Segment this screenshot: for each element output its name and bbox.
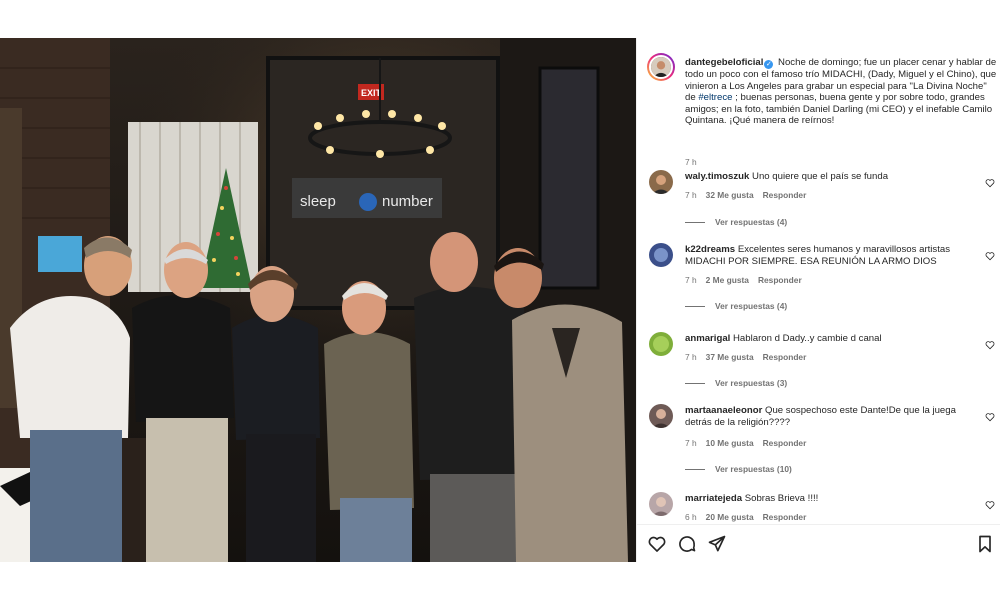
exit-sign: EXIT (361, 88, 382, 98)
author-avatar[interactable] (647, 53, 675, 81)
save-button[interactable] (975, 534, 995, 554)
reply-button[interactable]: Responder (763, 438, 807, 448)
like-button[interactable] (647, 534, 667, 554)
comment-time[interactable]: 7 h (685, 190, 697, 200)
comment-text: Hablaron d Dady..y cambie d canal (733, 333, 882, 344)
verified-badge-icon: ✓ (764, 60, 774, 69)
heart-icon[interactable] (985, 178, 995, 188)
view-replies-button[interactable]: Ver respuestas (3) (685, 378, 787, 388)
commenter-avatar[interactable] (649, 492, 673, 516)
store-sign-left: sleep (300, 193, 336, 210)
commenter-username[interactable]: anmarigal (685, 333, 730, 344)
post-side-panel: dantegebeloficial ✓ Noche de domingo; fue… (636, 38, 1000, 562)
comment-body: k22dreams Excelentes seres humanos y mar… (685, 244, 975, 267)
comment-time[interactable]: 7 h (685, 275, 697, 285)
comment-meta: 6 h 20 Me gusta Responder (685, 512, 815, 522)
commenter-avatar[interactable] (649, 332, 673, 356)
view-replies-label: Ver respuestas (3) (715, 378, 788, 388)
caption-hashtag[interactable]: #eltrece (698, 92, 732, 103)
commenter-avatar[interactable] (649, 243, 673, 267)
comment-time[interactable]: 6 h (685, 512, 697, 522)
view-replies-button[interactable]: Ver respuestas (4) (685, 301, 787, 311)
comment-body: marriatejeda Sobras Brieva !!!! (685, 493, 975, 505)
reply-button[interactable]: Responder (763, 352, 807, 362)
caption-text: dantegebeloficial ✓ Noche de domingo; fue… (685, 57, 997, 127)
share-icon (708, 535, 726, 552)
comment-meta: 7 h 32 Me gusta Responder (685, 190, 815, 200)
comment-button[interactable] (677, 534, 697, 554)
comment-body: anmarigal Hablaron d Dady..y cambie d ca… (685, 333, 975, 345)
bookmark-icon (979, 535, 991, 553)
comment-likes[interactable]: 2 Me gusta (706, 275, 749, 285)
view-replies-button[interactable]: Ver respuestas (4) (685, 217, 787, 227)
replies-divider (685, 222, 705, 224)
commenter-username[interactable]: martaanaeleonor (685, 405, 762, 416)
comment-likes[interactable]: 10 Me gusta (706, 438, 754, 448)
heart-icon[interactable] (985, 251, 995, 261)
view-replies-label: Ver respuestas (4) (715, 217, 788, 227)
replies-divider (685, 383, 705, 385)
comment-likes[interactable]: 20 Me gusta (706, 512, 754, 522)
commenter-username[interactable]: marriatejeda (685, 493, 742, 504)
heart-icon (648, 536, 666, 552)
heart-icon[interactable] (985, 340, 995, 350)
replies-divider (685, 469, 705, 471)
comment-likes[interactable]: 37 Me gusta (706, 352, 754, 362)
view-replies-button[interactable]: Ver respuestas (10) (685, 464, 792, 474)
store-sign-right: number (382, 193, 433, 210)
commenter-username[interactable]: waly.timoszuk (685, 171, 749, 182)
comment-icon (679, 536, 696, 552)
post-actions-bar (637, 524, 1000, 562)
author-username[interactable]: dantegebeloficial (685, 57, 763, 68)
comment-meta: 7 h 2 Me gusta Responder (685, 275, 811, 285)
group-photo-illustration: sleep number EXIT (0, 38, 636, 562)
comment-body: martaanaeleonor Que sospechoso este Dant… (685, 405, 975, 428)
commenter-avatar[interactable] (649, 170, 673, 194)
comment-text: Uno quiere que el país se funda (752, 171, 889, 182)
comment-meta: 7 h 37 Me gusta Responder (685, 352, 815, 362)
heart-icon[interactable] (985, 500, 995, 510)
author-avatar-image (651, 57, 671, 77)
comment-likes[interactable]: 32 Me gusta (706, 190, 754, 200)
share-button[interactable] (707, 534, 727, 554)
heart-icon[interactable] (985, 412, 995, 422)
comment-time[interactable]: 7 h (685, 438, 697, 448)
replies-divider (685, 306, 705, 308)
comment-text: Sobras Brieva !!!! (744, 493, 819, 504)
commenter-avatar[interactable] (649, 404, 673, 428)
comment-body: waly.timoszuk Uno quiere que el país se … (685, 171, 975, 183)
comment-meta: 7 h 10 Me gusta Responder (685, 438, 815, 448)
reply-button[interactable]: Responder (763, 190, 807, 200)
commenter-username[interactable]: k22dreams (685, 244, 735, 255)
post-photo[interactable]: sleep number EXIT (0, 38, 636, 562)
view-replies-label: Ver respuestas (10) (715, 464, 792, 474)
reply-button[interactable]: Responder (758, 275, 802, 285)
comment-time[interactable]: 7 h (685, 352, 697, 362)
comments-list[interactable]: waly.timoszuk Uno quiere que el país se … (637, 166, 1000, 524)
caption-body-end: ; buenas personas, buena gente y por sob… (685, 92, 993, 127)
view-replies-label: Ver respuestas (4) (715, 301, 788, 311)
reply-button[interactable]: Responder (763, 512, 807, 522)
